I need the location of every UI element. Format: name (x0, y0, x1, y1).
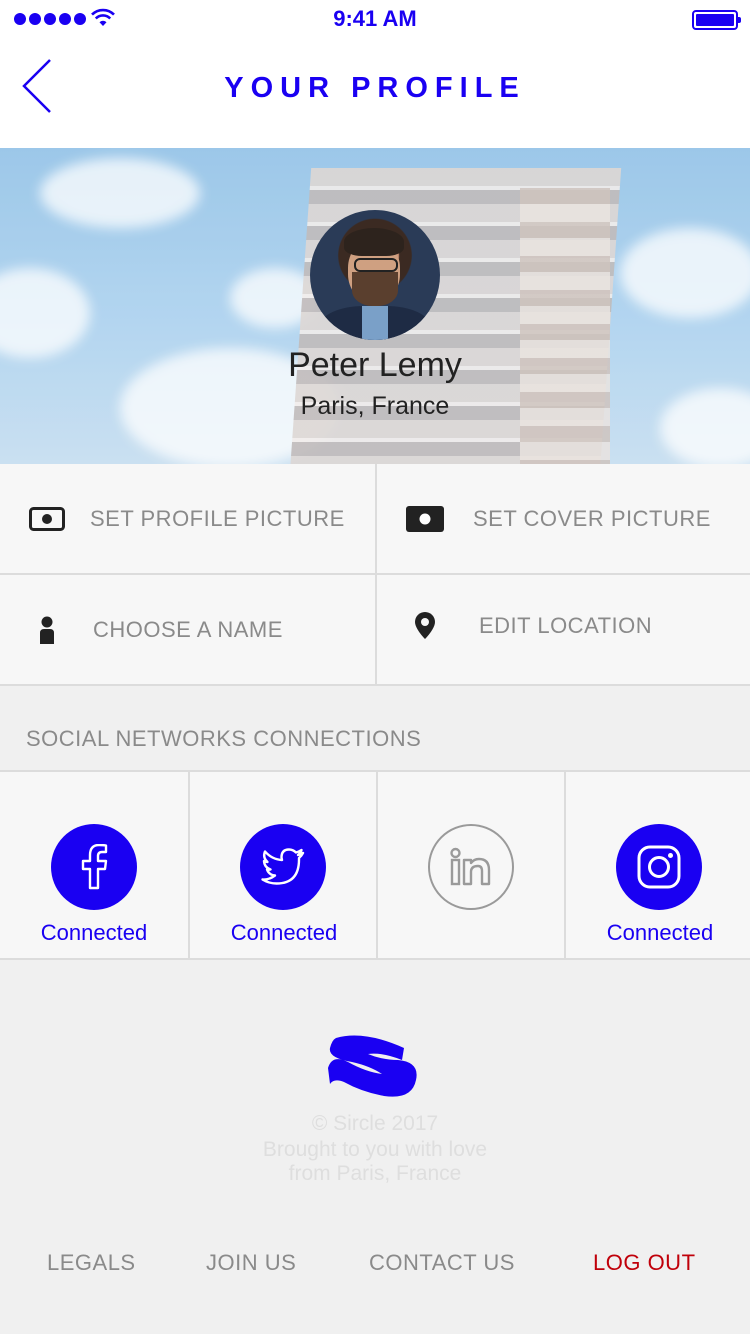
facebook-connection[interactable]: Connected (0, 772, 188, 960)
choose-name-label: CHOOSE A NAME (93, 616, 283, 642)
sircle-logo-icon (328, 1035, 417, 1097)
join-us-link[interactable]: JOIN US (206, 1250, 296, 1276)
social-section-title: SOCIAL NETWORKS CONNECTIONS (26, 726, 422, 751)
camera-outline-icon (27, 506, 67, 531)
social-connections: Connected Connected Connected (0, 770, 750, 960)
page-title: YOUR PROFILE (224, 72, 526, 104)
status-bar: 9:41 AM (0, 0, 750, 40)
person-icon (27, 616, 67, 644)
instagram-icon (616, 824, 702, 910)
footer-tagline-line1: Brought to you with love (262, 1138, 488, 1161)
set-cover-picture-button[interactable]: SET COVER PICTURE (375, 464, 750, 575)
cover-photo: Peter Lemy Paris, France (0, 148, 750, 464)
avatar (310, 210, 440, 340)
profile-actions: SET PROFILE PICTURE SET COVER PICTURE CH… (0, 464, 750, 686)
linkedin-connection[interactable] (376, 772, 564, 960)
choose-name-button[interactable]: CHOOSE A NAME (0, 575, 375, 686)
twitter-icon (240, 824, 326, 910)
profile-location: Paris, France (300, 392, 450, 420)
nav-bar: YOUR PROFILE (0, 40, 750, 148)
instagram-connection[interactable]: Connected (564, 772, 750, 960)
instagram-status: Connected (606, 920, 714, 945)
log-out-link[interactable]: LOG OUT (593, 1250, 696, 1276)
edit-location-button[interactable]: EDIT LOCATION (375, 575, 750, 686)
twitter-status: Connected (230, 920, 338, 945)
twitter-connection[interactable]: Connected (188, 772, 376, 960)
edit-location-label: EDIT LOCATION (479, 612, 653, 638)
footer-tagline-line2: from Paris, France (288, 1162, 462, 1185)
footer-copyright: © Sircle 2017 (311, 1112, 439, 1135)
facebook-status: Connected (40, 920, 148, 945)
status-time: 9:41 AM (333, 6, 417, 31)
battery-icon (692, 10, 741, 30)
set-cover-picture-label: SET COVER PICTURE (473, 505, 711, 531)
profile-name: Peter Lemy (288, 346, 462, 384)
facebook-icon (51, 824, 137, 910)
contact-us-link[interactable]: CONTACT US (369, 1250, 515, 1276)
linkedin-icon (428, 824, 514, 910)
set-profile-picture-button[interactable]: SET PROFILE PICTURE (0, 464, 375, 575)
set-profile-picture-label: SET PROFILE PICTURE (90, 505, 345, 531)
location-pin-icon (405, 611, 445, 640)
camera-filled-icon (405, 505, 445, 532)
legals-link[interactable]: LEGALS (47, 1250, 136, 1276)
footer-links: LEGALS JOIN US CONTACT US LOG OUT (0, 1250, 750, 1290)
